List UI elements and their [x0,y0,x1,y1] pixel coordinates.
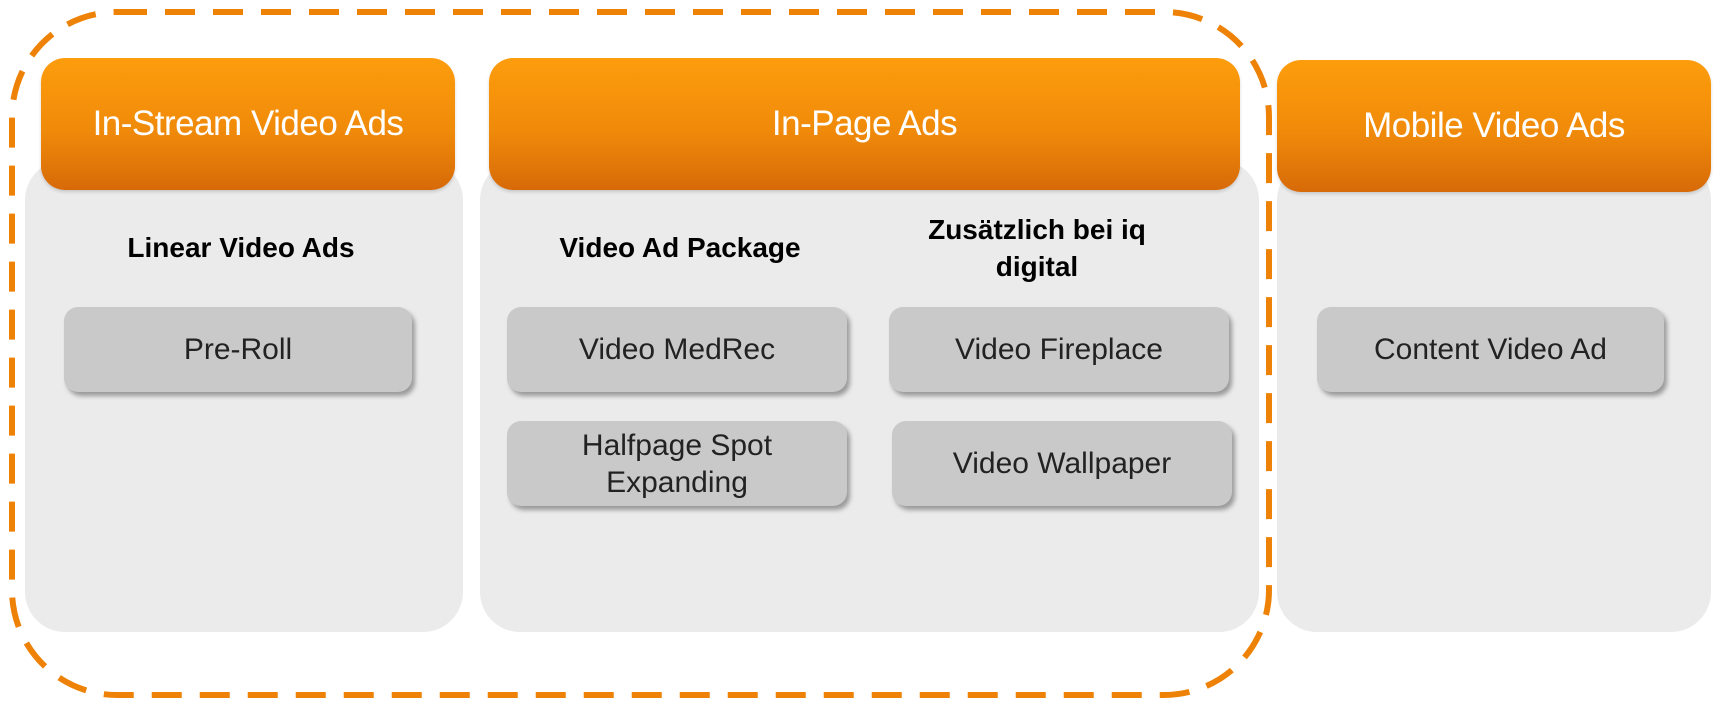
linear-video-ads-title: Linear Video Ads [127,232,355,263]
video-medrec-item: Video MedRec [507,307,847,392]
pre-roll-item: Pre-Roll [64,307,412,392]
video-fireplace-item: Video Fireplace [889,307,1229,392]
mobile-panel [1277,160,1711,632]
content-video-ad-item: Content Video Ad [1317,307,1664,392]
mobile-header: Mobile Video Ads [1277,60,1711,192]
halfpage-spot-expanding-item: Halfpage Spot Expanding [507,421,847,506]
video-ad-package-title: Video Ad Package [559,232,801,263]
zusaetzlich-title: Zusätzlich bei iq digital [928,214,1146,282]
in-page-header: In-Page Ads [489,58,1240,190]
video-wallpaper-item: Video Wallpaper [892,421,1232,506]
in-stream-header: In-Stream Video Ads [41,58,455,190]
